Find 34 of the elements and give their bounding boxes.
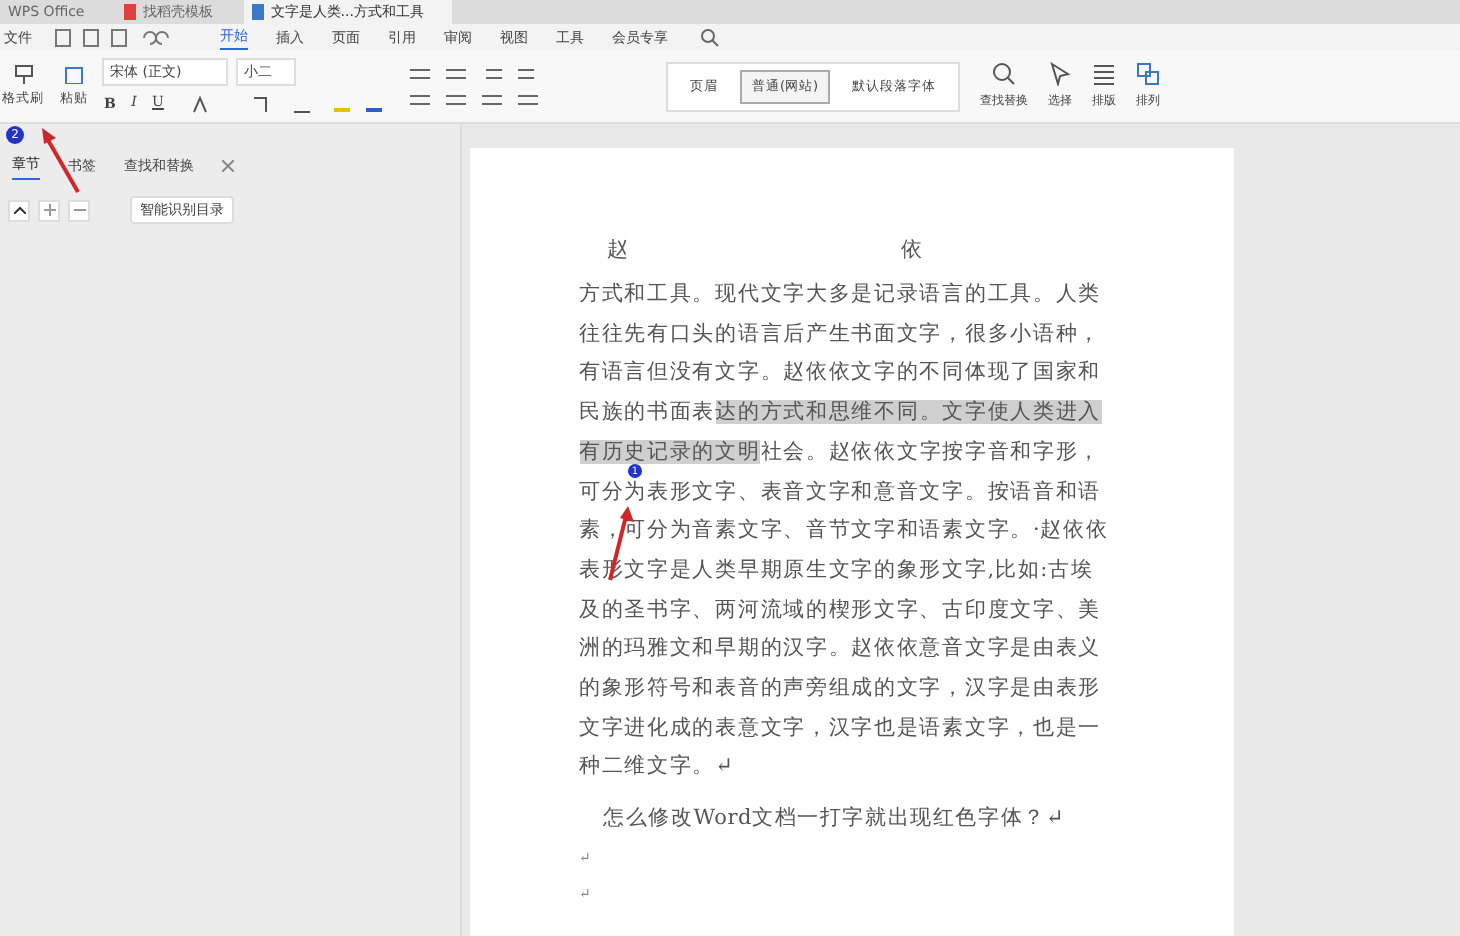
body-text: 及的圣书字、两河流域的楔形文字、古印度文字、美 <box>579 597 1102 622</box>
plus-icon <box>43 204 55 216</box>
body-text: 民族的书面表 <box>579 400 716 425</box>
close-icon[interactable] <box>222 159 234 171</box>
body-text: 有语言但没有文字。赵依依文字的不同体现了国家和 <box>579 360 1102 385</box>
chevron-up-icon <box>13 206 25 214</box>
body-text: 往往先有口头的语言后产生书面文字，很多小语种， <box>579 321 1102 346</box>
remove-button[interactable] <box>68 199 90 221</box>
collapse-button[interactable] <box>8 199 30 221</box>
text-layout-icon <box>1092 62 1117 86</box>
header-text: 赵 <box>607 236 629 264</box>
clipboard-icon <box>64 64 84 84</box>
selected-text: 有历史记录的文明 <box>579 439 761 464</box>
add-button[interactable] <box>38 199 60 221</box>
body-text: 可分为表形文字、表音文字和意音文字。按语音和语 <box>579 479 1102 504</box>
body-text: 方式和工具。现代文字大多是记录语言的工具。人类 <box>579 282 1102 306</box>
body-text: 种二维文字。↵ <box>579 754 734 779</box>
brush-icon <box>13 64 33 84</box>
document-icon <box>124 4 137 20</box>
body-text: 洲的玛雅文和早期的汉字。赵依依意音文字是由表义 <box>579 636 1102 661</box>
document-icon <box>252 4 265 20</box>
header-text: 依 <box>901 236 923 264</box>
layers-icon <box>1136 62 1161 86</box>
body-text: 文字进化成的表意文字，汉字也是语素文字，也是一 <box>579 715 1102 740</box>
search-icon <box>992 62 1017 86</box>
body-text: 的象形符号和表音的声旁组成的文字，汉字是由表形 <box>579 676 1102 701</box>
question-text: 怎么修改Word文档一打字就出现红色字体？↵ <box>601 804 1067 833</box>
pointer-arrow <box>40 126 84 198</box>
search-icon[interactable] <box>700 27 720 47</box>
minus-icon <box>73 208 85 212</box>
body-text: 社会。赵依依文字按字音和字形， <box>760 439 1102 464</box>
selected-text: 达的方式和思维不同。文字使人类进入 <box>715 400 1102 425</box>
cursor-icon <box>1048 62 1073 86</box>
body-text: 素，可分为音素文字、音节文字和语素文字。·赵依依 <box>579 518 1109 543</box>
